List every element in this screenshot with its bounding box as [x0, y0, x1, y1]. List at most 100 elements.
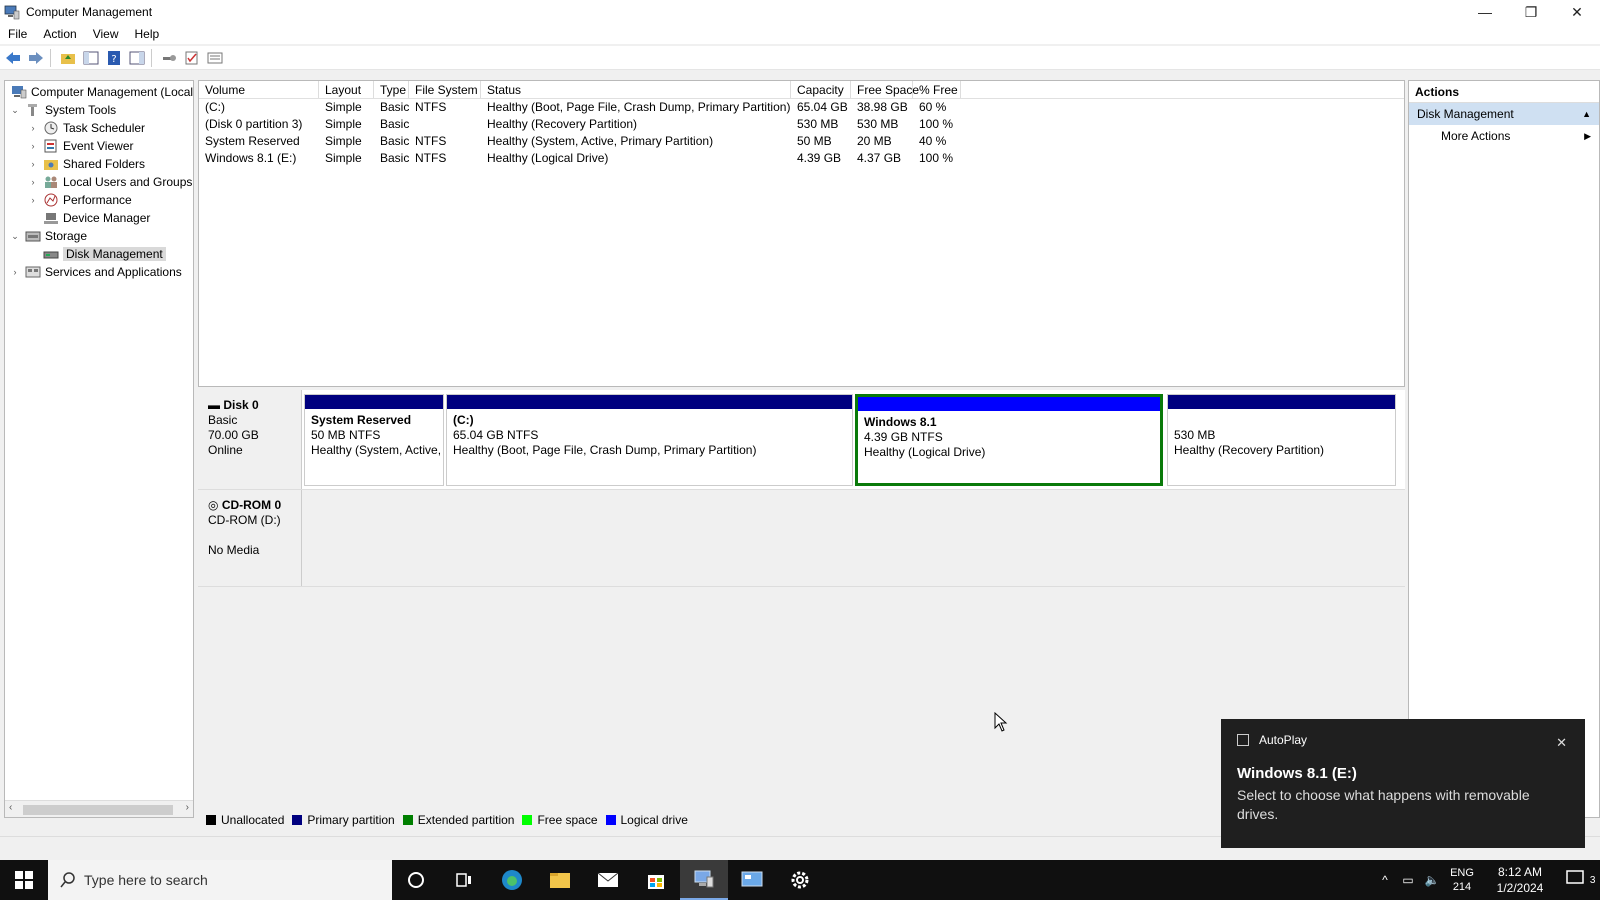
more-actions-item[interactable]: More Actions ▶: [1409, 125, 1599, 147]
table-row[interactable]: (Disk 0 partition 3) Simple Basic Health…: [199, 116, 1404, 133]
tree-item-performance[interactable]: › Performance: [27, 191, 132, 209]
menu-file[interactable]: File: [0, 27, 35, 41]
taskbar-search-box[interactable]: Type here to search: [48, 860, 392, 900]
tree-label: Disk Management: [63, 247, 166, 261]
disk-0-label[interactable]: ▬ Disk 0 Basic 70.00 GB Online: [198, 390, 302, 489]
tree-item-device-manager[interactable]: Device Manager: [39, 209, 150, 227]
percent-free-cell: 100 %: [919, 151, 954, 165]
partition-c[interactable]: (C:) 65.04 GB NTFS Healthy (Boot, Page F…: [446, 394, 853, 486]
minimize-button[interactable]: —: [1462, 0, 1508, 24]
forward-button[interactable]: [26, 49, 46, 67]
console-tree: Computer Management (Local ⌄ System Tool…: [4, 80, 194, 818]
tree-item-storage[interactable]: ⌄ Storage: [9, 227, 87, 245]
column-header-percent-free[interactable]: % Free: [913, 81, 961, 98]
cdrom-0-row[interactable]: ◎ CD-ROM 0 CD-ROM (D:) No Media: [198, 490, 1405, 587]
show-hidden-icons-icon[interactable]: ^: [1374, 873, 1396, 887]
file-explorer-button[interactable]: [536, 860, 584, 900]
up-folder-button[interactable]: [58, 49, 78, 67]
chevron-down-icon[interactable]: ⌄: [9, 231, 21, 242]
properties-button[interactable]: [182, 49, 202, 67]
column-header-status[interactable]: Status: [481, 81, 791, 98]
help-button[interactable]: ?: [104, 49, 124, 67]
actions-section-disk-management[interactable]: Disk Management ▲: [1409, 103, 1599, 125]
status-cell: Healthy (System, Active, Primary Partiti…: [487, 134, 714, 148]
legend-swatch-primary: [292, 815, 303, 825]
clock[interactable]: 8:12 AM 1/2/2024: [1480, 864, 1560, 896]
table-row[interactable]: System Reserved Simple Basic NTFS Health…: [199, 133, 1404, 150]
edge-button[interactable]: [488, 860, 536, 900]
partition-status: Healthy (Boot, Page File, Crash Dump, Pr…: [453, 443, 757, 457]
toolbar-separator: [151, 48, 152, 67]
network-icon[interactable]: ▭: [1396, 873, 1420, 887]
chevron-right-icon[interactable]: ›: [9, 267, 21, 277]
column-header-volume[interactable]: Volume: [199, 81, 319, 98]
scroll-right-icon[interactable]: ›: [186, 802, 189, 813]
free-space-cell: 20 MB: [857, 134, 892, 148]
column-header-free-space[interactable]: Free Space: [851, 81, 919, 98]
control-panel-button[interactable]: [728, 860, 776, 900]
task-view-button[interactable]: [440, 860, 488, 900]
menu-view[interactable]: View: [85, 27, 127, 41]
close-button[interactable]: ✕: [1554, 0, 1600, 24]
cdrom-0-label[interactable]: ◎ CD-ROM 0 CD-ROM (D:) No Media: [198, 490, 302, 586]
autoplay-icon: [1237, 734, 1249, 746]
start-button[interactable]: [0, 860, 48, 900]
table-row[interactable]: Windows 8.1 (E:) Simple Basic NTFS Healt…: [199, 150, 1404, 167]
computer-management-taskbar-button[interactable]: [680, 860, 728, 900]
tree-item-services-applications[interactable]: › Services and Applications: [9, 263, 182, 281]
computer-management-icon: [12, 86, 27, 99]
partition-windows-8-1[interactable]: Windows 8.1 4.39 GB NTFS Healthy (Logica…: [855, 394, 1163, 486]
free-space-cell: 38.98 GB: [857, 100, 908, 114]
tree-item-local-users-groups[interactable]: › Local Users and Groups: [27, 173, 193, 191]
tree-item-disk-management[interactable]: Disk Management: [39, 245, 166, 263]
tree-item-computer-management[interactable]: Computer Management (Local: [7, 83, 193, 101]
scroll-thumb[interactable]: [23, 805, 173, 815]
chevron-right-icon[interactable]: ›: [27, 177, 39, 187]
collapse-icon[interactable]: ▲: [1582, 103, 1591, 125]
toast-close-icon[interactable]: ✕: [1556, 735, 1567, 751]
disk-0-row[interactable]: ▬ Disk 0 Basic 70.00 GB Online System Re…: [198, 390, 1405, 490]
svg-text:?: ?: [111, 54, 116, 65]
restore-button[interactable]: ❐: [1508, 0, 1554, 24]
menu-action[interactable]: Action: [35, 27, 84, 41]
menu-help[interactable]: Help: [127, 27, 168, 41]
tree-item-system-tools[interactable]: ⌄ System Tools: [9, 101, 116, 119]
show-hide-action-pane-button[interactable]: [127, 49, 147, 67]
settings-button[interactable]: [776, 860, 824, 900]
show-list-button[interactable]: [205, 49, 225, 67]
cortana-button[interactable]: [392, 860, 440, 900]
chevron-down-icon[interactable]: ⌄: [9, 105, 21, 116]
autoplay-notification[interactable]: AutoPlay ✕ Windows 8.1 (E:) Select to ch…: [1221, 719, 1585, 848]
tree-label: Shared Folders: [63, 157, 146, 171]
input-language-indicator[interactable]: ENG 214: [1444, 866, 1480, 894]
tree-horizontal-scrollbar[interactable]: ‹ ›: [5, 800, 193, 817]
tree-item-task-scheduler[interactable]: › Task Scheduler: [27, 119, 146, 137]
mail-button[interactable]: [584, 860, 632, 900]
partition-recovery[interactable]: 530 MB Healthy (Recovery Partition): [1167, 394, 1396, 486]
scroll-left-icon[interactable]: ‹: [9, 802, 12, 813]
connect-button[interactable]: [159, 49, 179, 67]
store-button[interactable]: [632, 860, 680, 900]
table-row[interactable]: (C:) Simple Basic NTFS Healthy (Boot, Pa…: [199, 99, 1404, 116]
chevron-right-icon[interactable]: ›: [27, 159, 39, 169]
column-header-file-system[interactable]: File System: [409, 81, 481, 98]
chevron-right-icon[interactable]: ›: [27, 123, 39, 133]
volume-cell: (C:): [205, 100, 225, 114]
show-hide-console-tree-button[interactable]: [81, 49, 101, 67]
chevron-right-icon[interactable]: ›: [27, 141, 39, 151]
legend-swatch-logical: [605, 815, 616, 825]
toolbar-separator: [50, 48, 51, 67]
volume-muted-icon[interactable]: 🔈: [1420, 873, 1444, 887]
back-button[interactable]: [3, 49, 23, 67]
action-center-button[interactable]: 3: [1560, 869, 1600, 892]
chevron-right-icon[interactable]: ›: [27, 195, 39, 205]
column-header-capacity[interactable]: Capacity: [791, 81, 851, 98]
column-header-layout[interactable]: Layout: [319, 81, 374, 98]
partition-system-reserved[interactable]: System Reserved 50 MB NTFS Healthy (Syst…: [304, 394, 444, 486]
legend-label: Primary partition: [307, 813, 395, 827]
edge-icon: [502, 870, 522, 890]
tree-item-shared-folders[interactable]: › Shared Folders: [27, 155, 146, 173]
tree-item-event-viewer[interactable]: › Event Viewer: [27, 137, 134, 155]
column-header-type[interactable]: Type: [374, 81, 409, 98]
layout-cell: Simple: [325, 117, 362, 131]
